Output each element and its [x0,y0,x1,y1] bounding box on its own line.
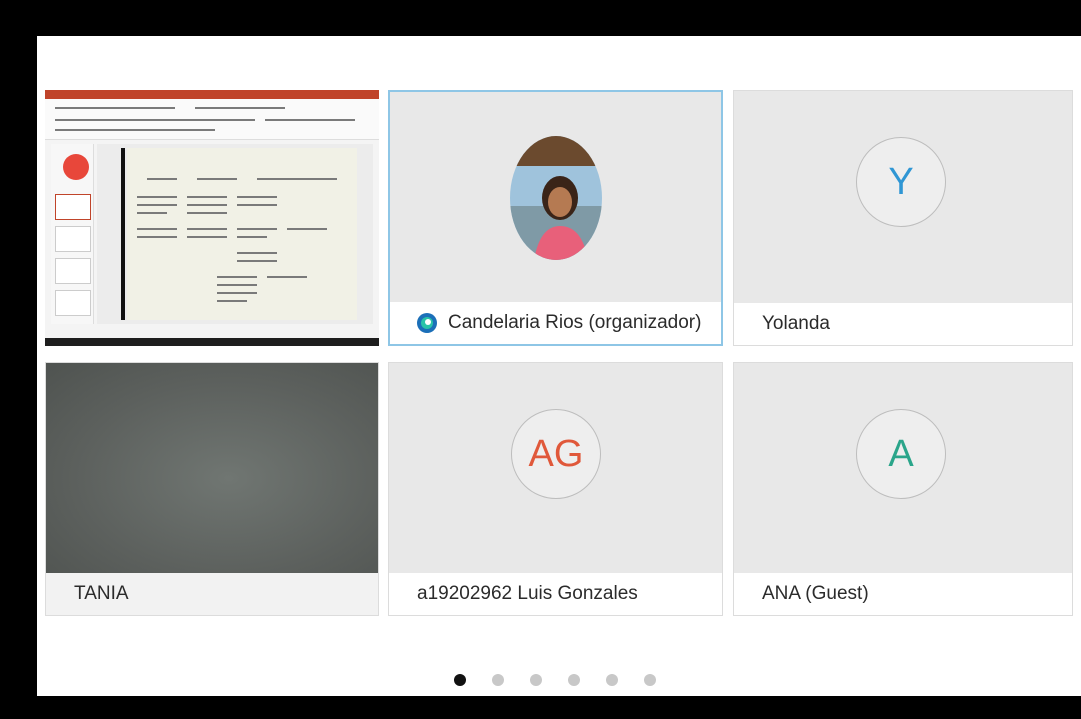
participant-video [46,363,378,573]
participant-name-bar: a19202962 Luis Gonzales [389,573,722,615]
participant-avatar: A [856,409,946,499]
participant-name: a19202962 Luis Gonzales [417,583,638,604]
participant-avatar: AG [511,409,601,499]
slide-thumbnails [51,144,94,324]
slide-canvas [97,144,373,324]
participant-name: Candelaria Rios (organizador) [448,312,702,333]
participant-tile-luis[interactable]: AG a19202962 Luis Gonzales [388,362,723,616]
app-ribbon [45,99,379,140]
participant-name-bar: ANA (Guest) [734,573,1072,615]
participant-name: TANIA [74,583,129,604]
page-dot-5[interactable] [606,674,618,686]
avatar-initials: AG [528,432,584,475]
participant-tile-yolanda[interactable]: Y Yolanda [733,90,1073,346]
app-title-bar [45,90,379,99]
page-dot-6[interactable] [644,674,656,686]
app-status-bar [45,338,379,346]
page-dot-4[interactable] [568,674,580,686]
participant-avatar: Y [856,137,946,227]
avatar-initials: A [888,432,914,475]
participant-tile-ana[interactable]: A ANA (Guest) [733,362,1073,616]
current-slide [121,148,357,320]
organizer-badge-icon [417,313,437,333]
meeting-gallery: Candelaria Rios (organizador) Y Yolanda … [37,36,1081,696]
participant-name-bar: Yolanda [734,303,1072,345]
gallery-pagination [37,674,1081,686]
participant-name: Yolanda [762,313,830,334]
page-dot-2[interactable] [492,674,504,686]
participant-name: ANA (Guest) [762,583,869,604]
participant-tile-tania[interactable]: TANIA [45,362,379,616]
page-dot-1[interactable] [454,674,466,686]
participant-tile-candelaria[interactable]: Candelaria Rios (organizador) [388,90,723,346]
screenshare-tile[interactable] [45,90,379,346]
participant-name-bar: TANIA [46,573,378,615]
shared-screen [45,90,379,346]
participant-photo [510,136,602,260]
avatar-initials: Y [888,160,914,203]
record-indicator-icon [63,154,89,180]
page-dot-3[interactable] [530,674,542,686]
participant-name-bar: Candelaria Rios (organizador) [390,302,721,344]
